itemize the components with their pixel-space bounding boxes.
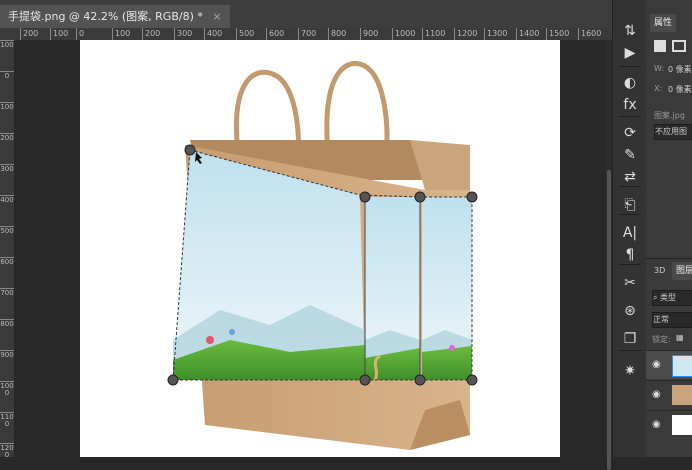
ruler-tick-label: 400 [0,195,14,204]
ruler-tick-label: 800 [0,319,14,328]
lock-label: 锁定: [652,335,671,344]
tab-3d[interactable]: 3D [654,266,665,275]
ruler-tick-label: 700 [0,288,14,297]
stamp-icon[interactable]: ⎗ [617,194,643,216]
toolstrip-separator [619,214,641,215]
ruler-tick-label: 1200 [0,443,14,457]
paragraph-icon[interactable]: ¶ [617,244,643,266]
ruler-tick-label: 1600 [578,28,601,40]
ruler-tick-label: 100 [112,28,130,40]
ruler-tick-label: 900 [0,350,14,359]
ruler-tick-label: 600 [0,257,14,266]
right-panel: 属性 W: 0 像素 X: 0 像素 图案.jpg 不应用图 3D 图层 ⌕ 类… [646,0,692,457]
ruler-tick-label: 100 [50,28,68,40]
visibility-eye-icon[interactable]: ◉ [652,389,661,400]
ruler-tick-label: 1000 [392,28,415,40]
layer-row-bag[interactable]: ◉ [646,380,692,409]
vertical-ruler[interactable]: 100 0 100 200 300 400 500 600 700 800 900 1000 1100 1… [0,40,15,457]
layer-row-background[interactable]: ◉ [646,410,692,439]
blend-mode-select[interactable]: 正常 [652,312,692,328]
layer-row-pattern[interactable]: ◉ [646,350,692,379]
layer-thumbnail-bag [672,385,692,405]
source-option[interactable]: 不应用图 [654,124,692,140]
ruler-tick-label: 100 [0,40,14,49]
document-tab[interactable]: 手提袋.png @ 42.2% (图案, RGB/8) * × [0,5,230,28]
toolstrip-separator [619,186,641,187]
ruler-tick-label: 1000 [0,381,14,397]
w-value[interactable]: 0 像素 [668,64,692,75]
tab-properties[interactable]: 属性 [650,14,677,32]
adjust-icon[interactable]: ⇄ [617,166,643,188]
fx-icon[interactable]: fx [617,94,643,116]
toolstrip-separator [619,66,641,67]
mask-icon[interactable] [672,40,686,52]
tools-cross-icon[interactable]: ✂ [617,272,643,294]
visibility-eye-icon[interactable]: ◉ [652,419,661,430]
ruler-corner [0,28,14,40]
shopping-bag-artwork [167,61,478,450]
ruler-tick-label: 600 [266,28,284,40]
ruler-tick-label: 700 [298,28,316,40]
ruler-tick-label: 300 [0,164,14,173]
toolstrip-separator [619,264,641,265]
play-icon[interactable]: ▶ [617,42,643,64]
scrollbar-thumb[interactable] [607,170,611,470]
color-wheel-icon[interactable]: ◐ [617,72,643,94]
document-tab-title: 手提袋.png @ 42.2% (图案, RGB/8) * [8,10,203,23]
toolstrip-separator [619,116,641,117]
document-tab-bar: 手提袋.png @ 42.2% (图案, RGB/8) * × [0,0,612,28]
ruler-tick-label: 1400 [516,28,539,40]
ruler-tick-label: 200 [0,133,14,142]
ruler-tick-label: 500 [236,28,254,40]
ruler-tick-label: 400 [204,28,222,40]
w-label: W: [654,64,665,73]
search-icon: ⌕ [653,293,661,302]
ruler-tick-label: 100 [0,102,14,111]
canvas-area[interactable] [14,40,606,457]
ruler-tick-label: 800 [328,28,346,40]
tab-layers[interactable]: 图层 [672,262,692,280]
x-label: X: [654,84,663,93]
ruler-tick-label: 900 [360,28,378,40]
document-canvas[interactable] [80,40,560,457]
rotate-icon[interactable]: ⟳ [617,122,643,144]
layer-thumbnail-background [672,415,692,435]
close-tab-icon[interactable]: × [212,10,221,23]
smart-object-icon[interactable] [654,40,666,52]
pen-icon[interactable]: ⊛ [617,300,643,322]
ruler-tick-label: 1200 [454,28,477,40]
source-label: 图案.jpg [654,111,685,120]
ruler-tick-label: 1300 [484,28,507,40]
ruler-tick-label: 300 [174,28,192,40]
ruler-tick-label: 1500 [546,28,569,40]
ruler-tick-label: 200 [20,28,38,40]
x-value[interactable]: 0 像素 [668,84,692,95]
ruler-tick-label: 0 [76,28,84,40]
brush-icon[interactable]: ✎ [617,144,643,166]
ruler-tick-label: 1100 [0,412,14,428]
ruler-tick-label: 0 [0,71,14,80]
visibility-eye-icon[interactable]: ◉ [652,359,661,370]
tool-strip: ⇅ ▶ ◐ fx ⟳ ✎ ⇄ ⎗ A| ¶ ✂ ⊛ ❐ ✷ [612,0,648,457]
sparkle-icon[interactable]: ✷ [617,360,643,382]
history-brush-icon[interactable]: ⇅ [617,20,643,42]
document-icon[interactable]: ❐ [617,328,643,350]
ruler-tick-label: 1100 [422,28,445,40]
layer-thumbnail-pattern [672,355,692,377]
ruler-tick-label: 500 [0,226,14,235]
ruler-tick-label: 200 [142,28,160,40]
text-a-icon[interactable]: A| [617,222,643,244]
toolstrip-separator [619,350,641,351]
layer-search-input[interactable]: ⌕ 类型 [652,290,692,306]
lock-transparent-icon[interactable]: ▦ [676,333,684,342]
